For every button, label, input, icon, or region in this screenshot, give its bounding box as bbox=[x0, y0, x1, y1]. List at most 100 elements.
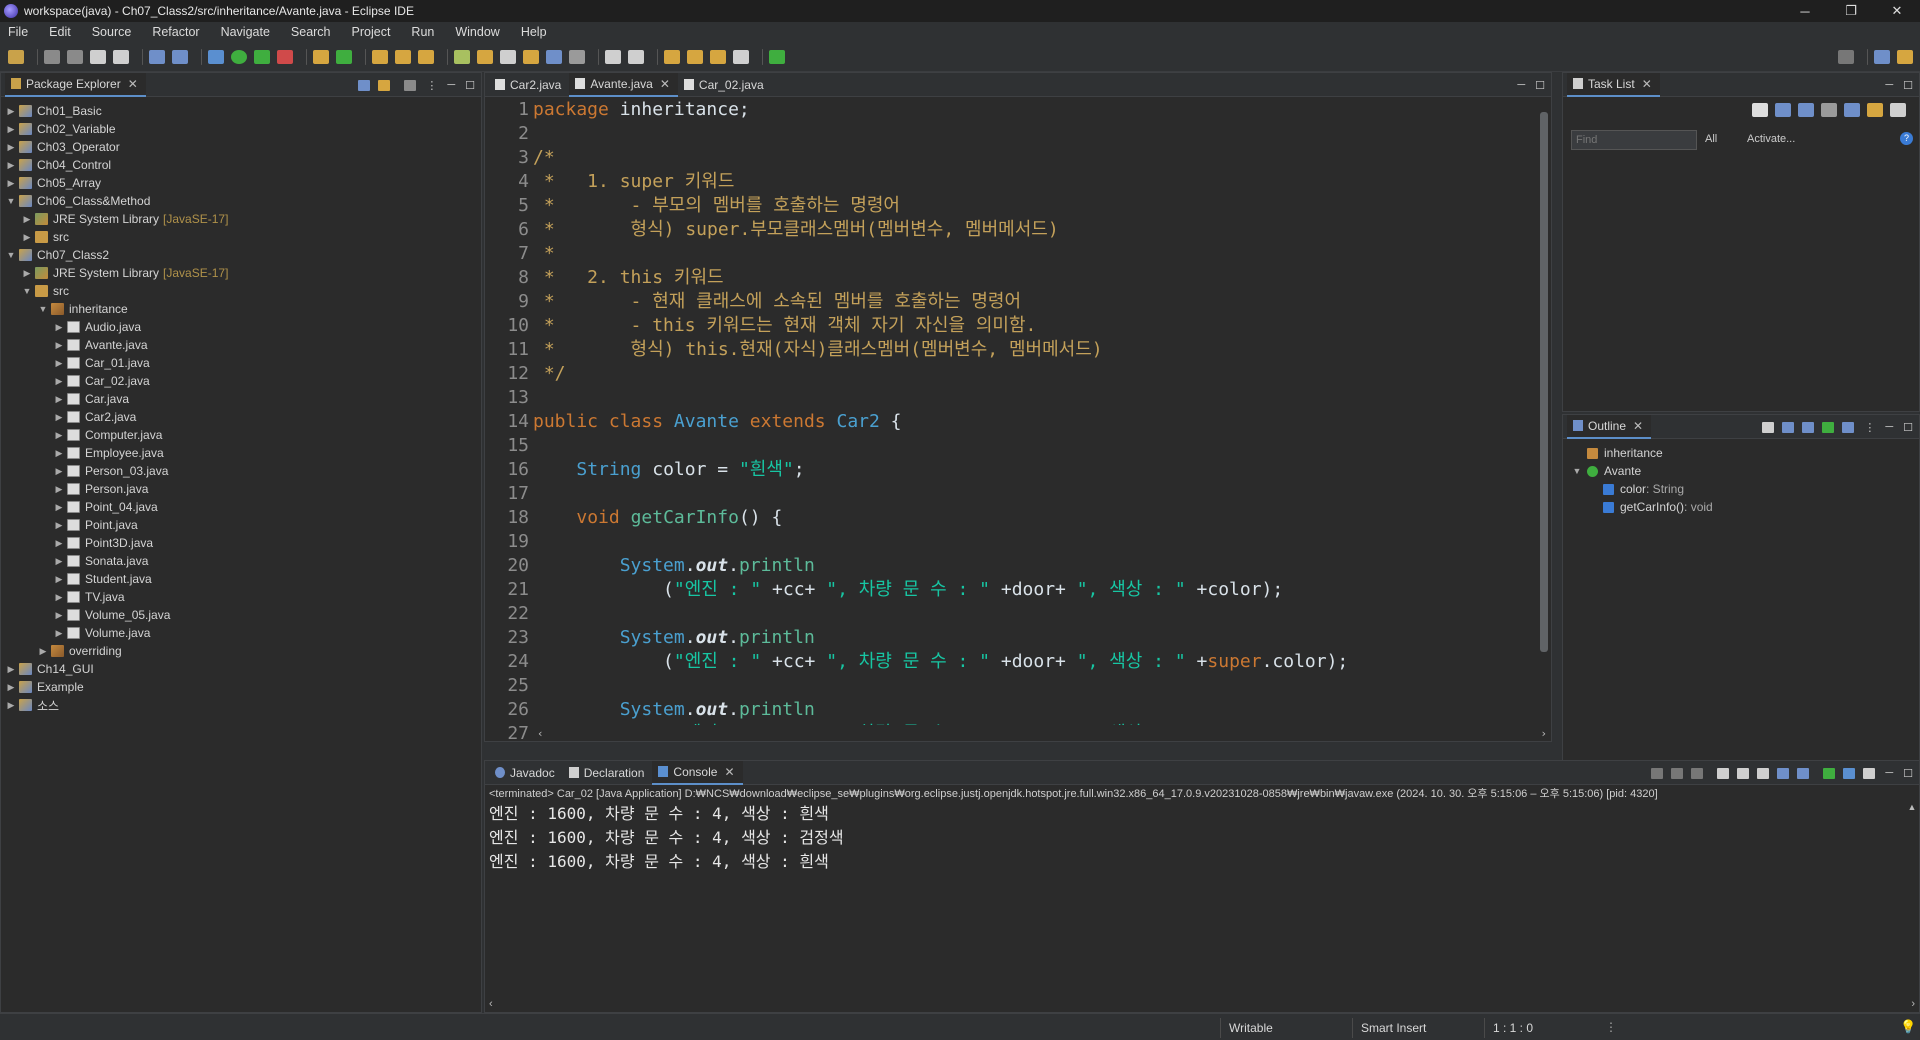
code-line[interactable]: package inheritance; bbox=[533, 98, 1537, 122]
open-perspective-icon[interactable] bbox=[1874, 49, 1890, 64]
chevron-right-icon[interactable]: ▶ bbox=[5, 178, 17, 189]
back-icon[interactable] bbox=[687, 49, 703, 64]
search-icon[interactable] bbox=[1838, 49, 1854, 64]
editor-vertical-scrollbar[interactable] bbox=[1537, 98, 1551, 725]
scrollbar-thumb[interactable] bbox=[1540, 112, 1548, 652]
tree-item[interactable]: ▶ Point_04.java bbox=[1, 498, 481, 516]
tree-item[interactable]: ▶ Example bbox=[1, 678, 481, 696]
tree-item[interactable]: ▶ JRE System Library [JavaSE-17] bbox=[1, 264, 481, 282]
tree-item[interactable]: ▶ Volume.java bbox=[1, 624, 481, 642]
show-on-error-icon[interactable] bbox=[1777, 767, 1790, 779]
chevron-right-icon[interactable]: ▶ bbox=[21, 214, 33, 225]
task-view-menu-icon[interactable] bbox=[1890, 103, 1906, 117]
scroll-left-icon[interactable]: ‹ bbox=[489, 998, 493, 1010]
sort-icon[interactable] bbox=[1782, 421, 1795, 433]
chevron-right-icon[interactable]: ▶ bbox=[53, 592, 65, 603]
new-task-icon[interactable] bbox=[1752, 103, 1768, 117]
code-line[interactable]: System.out.println bbox=[533, 626, 1537, 650]
scroll-right-icon[interactable]: › bbox=[1540, 727, 1547, 740]
task-all-filter[interactable]: All bbox=[1705, 133, 1717, 145]
view-menu-icon[interactable]: ⋮ bbox=[426, 79, 437, 92]
pilcrow-icon[interactable] bbox=[569, 49, 585, 64]
new-java-project-icon[interactable] bbox=[313, 49, 329, 64]
code-line[interactable]: * - 현재 클래스에 소속된 멤버를 호출하는 명령어 bbox=[533, 290, 1537, 314]
highlight-icon[interactable] bbox=[477, 49, 493, 64]
code-line[interactable]: */ bbox=[533, 362, 1537, 386]
navigate-forward-icon[interactable] bbox=[733, 49, 749, 64]
menu-source[interactable]: Source bbox=[92, 25, 132, 39]
tab-declaration[interactable]: Declaration bbox=[563, 761, 653, 785]
new-console-icon[interactable] bbox=[1863, 767, 1876, 779]
terminate-icon[interactable] bbox=[1651, 767, 1664, 779]
task-activate-link[interactable]: Activate... bbox=[1747, 133, 1795, 145]
tree-item[interactable]: ▶ JRE System Library [JavaSE-17] bbox=[1, 210, 481, 228]
chevron-right-icon[interactable]: ▶ bbox=[53, 610, 65, 621]
chevron-right-icon[interactable]: ▶ bbox=[53, 484, 65, 495]
status-menu-icon[interactable]: ⋮ bbox=[1605, 1020, 1617, 1034]
tree-item[interactable]: ▶ Car2.java bbox=[1, 408, 481, 426]
code-line[interactable] bbox=[533, 386, 1537, 410]
tree-item[interactable]: ▶ Computer.java bbox=[1, 426, 481, 444]
tab-outline[interactable]: Outline ✕ bbox=[1567, 414, 1652, 439]
code-line[interactable]: * bbox=[533, 242, 1537, 266]
help-icon[interactable]: ? bbox=[1900, 132, 1913, 145]
collapse-icon[interactable] bbox=[1821, 103, 1837, 117]
close-window-button[interactable]: ✕ bbox=[1874, 0, 1920, 22]
java-perspective-icon[interactable] bbox=[1897, 49, 1913, 64]
menu-help[interactable]: Help bbox=[521, 25, 547, 39]
code-line[interactable]: * 형식) super.부모클래스멤버(멤버변수, 멤버메서드) bbox=[533, 218, 1537, 242]
code-line[interactable] bbox=[533, 674, 1537, 698]
code-area[interactable]: package inheritance; /* * 1. super 키워드 * … bbox=[533, 98, 1537, 725]
outline-item[interactable]: ▼ Avante bbox=[1563, 462, 1919, 480]
code-line[interactable]: * 형식) this.현재(자식)클래스멤버(멤버변수, 멤버메서드) bbox=[533, 338, 1537, 362]
code-line[interactable]: System.out.println bbox=[533, 698, 1537, 722]
chevron-right-icon[interactable]: ▶ bbox=[5, 124, 17, 135]
minimize-view-icon[interactable]: ─ bbox=[1885, 767, 1893, 779]
minimize-view-icon[interactable]: ─ bbox=[1517, 79, 1525, 91]
scroll-left-icon[interactable]: ‹ bbox=[537, 727, 544, 740]
tree-item[interactable]: ▶ Volume_05.java bbox=[1, 606, 481, 624]
chevron-right-icon[interactable]: ▶ bbox=[53, 502, 65, 513]
scheduled-icon[interactable] bbox=[1798, 103, 1814, 117]
chevron-right-icon[interactable]: ▶ bbox=[53, 322, 65, 333]
tree-item[interactable]: ▶ Student.java bbox=[1, 570, 481, 588]
tree-item[interactable]: ▶ Car.java bbox=[1, 390, 481, 408]
chevron-right-icon[interactable]: ▶ bbox=[53, 340, 65, 351]
outline-item[interactable]: inheritance bbox=[1563, 444, 1919, 462]
code-line[interactable]: void getCarInfo() { bbox=[533, 506, 1537, 530]
tab-console[interactable]: Console ✕ bbox=[652, 760, 743, 785]
maximize-view-icon[interactable]: ☐ bbox=[1903, 767, 1913, 780]
external-tools-icon[interactable] bbox=[277, 49, 293, 64]
close-icon[interactable]: ✕ bbox=[1642, 77, 1652, 91]
code-line[interactable] bbox=[533, 602, 1537, 626]
coverage-icon[interactable] bbox=[254, 49, 270, 64]
tree-item[interactable]: ▼ Ch07_Class2 bbox=[1, 246, 481, 264]
display-console-icon[interactable] bbox=[1823, 767, 1836, 779]
new-icon[interactable] bbox=[8, 49, 24, 64]
chevron-right-icon[interactable]: ▶ bbox=[21, 268, 33, 279]
remove-all-icon[interactable] bbox=[1691, 767, 1704, 779]
close-icon[interactable]: ✕ bbox=[128, 77, 138, 91]
focus-icon[interactable] bbox=[1844, 103, 1860, 117]
code-line[interactable]: * - this 키워드는 현재 객체 자기 자신을 의미함. bbox=[533, 314, 1537, 338]
chevron-right-icon[interactable]: ▶ bbox=[53, 412, 65, 423]
save-icon[interactable] bbox=[44, 49, 60, 64]
menu-navigate[interactable]: Navigate bbox=[221, 25, 270, 39]
tree-item[interactable]: ▶ src bbox=[1, 228, 481, 246]
chevron-right-icon[interactable]: ▶ bbox=[53, 430, 65, 441]
chevron-down-icon[interactable]: ▼ bbox=[21, 286, 33, 296]
tree-item[interactable]: ▶ Person.java bbox=[1, 480, 481, 498]
word-wrap-console-icon[interactable] bbox=[1737, 767, 1750, 779]
word-wrap-icon[interactable] bbox=[523, 49, 539, 64]
console-horizontal-scrollbar[interactable]: ‹ › bbox=[485, 996, 1919, 1012]
tree-item[interactable]: ▼ Ch06_Class&Method bbox=[1, 192, 481, 210]
chevron-right-icon[interactable]: ▶ bbox=[5, 160, 17, 171]
tree-item[interactable]: ▶ Sonata.java bbox=[1, 552, 481, 570]
code-line[interactable] bbox=[533, 482, 1537, 506]
close-icon[interactable]: ✕ bbox=[1633, 419, 1643, 433]
tree-item[interactable]: ▶ TV.java bbox=[1, 588, 481, 606]
tree-item[interactable]: ▶ Ch04_Control bbox=[1, 156, 481, 174]
minimize-button[interactable]: ─ bbox=[1782, 0, 1828, 22]
chevron-down-icon[interactable]: ▼ bbox=[5, 250, 17, 260]
chevron-right-icon[interactable]: ▶ bbox=[5, 664, 17, 675]
